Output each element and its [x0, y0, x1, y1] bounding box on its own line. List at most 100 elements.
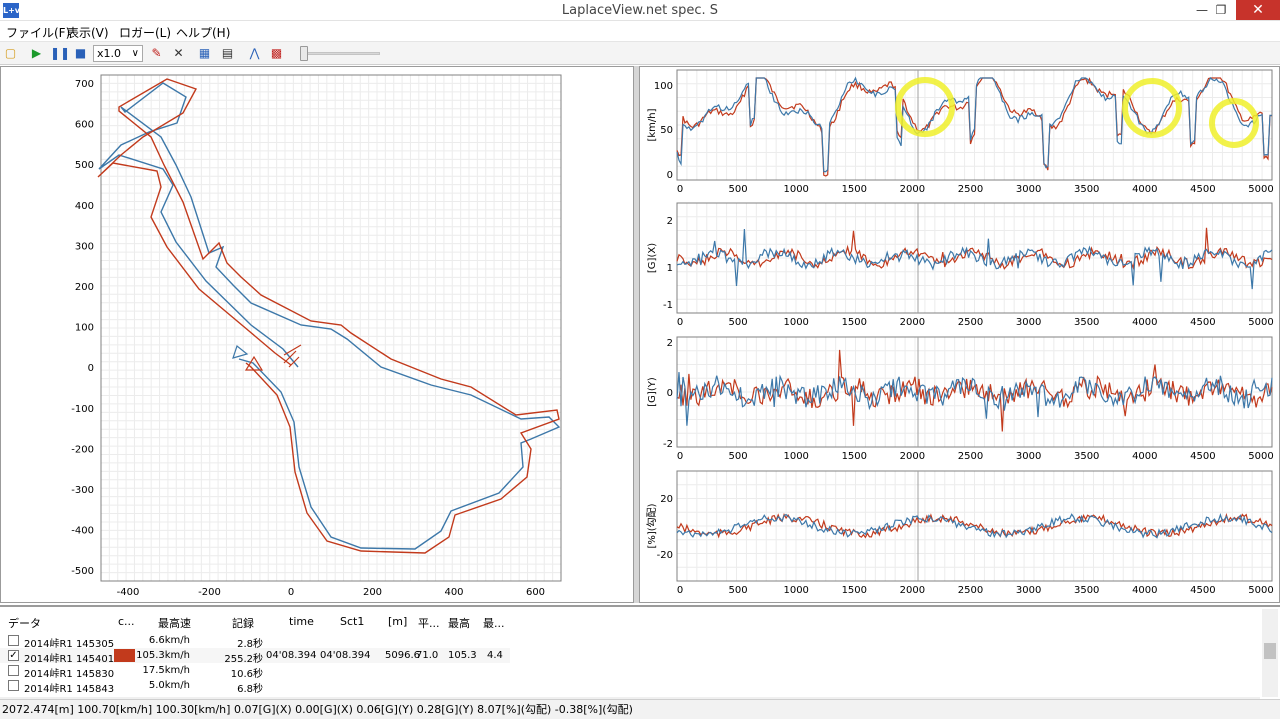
pause-icon[interactable]: ❚❚	[50, 45, 70, 62]
row-top-speed: 17.5km/h	[142, 665, 190, 676]
table-row[interactable]: 2014峠R1 145305 6.6km/h 2.8秒	[0, 633, 510, 650]
header-average[interactable]: 平...	[418, 615, 440, 631]
chart-x-tick-label: 1500	[842, 184, 867, 195]
row-checkbox[interactable]: ✓	[8, 650, 19, 661]
chart-x-tick-label: 4000	[1132, 317, 1157, 328]
chart-x-tick-label: 5000	[1248, 184, 1273, 195]
chart-x-tick-label: 500	[729, 451, 748, 462]
scrollbar-thumb[interactable]	[1264, 643, 1276, 659]
chart-x-tick-label: 2500	[958, 317, 983, 328]
close-button[interactable]: ✕	[1236, 0, 1280, 20]
table-vertical-scrollbar[interactable]	[1262, 609, 1278, 697]
page-icon[interactable]: ▤	[219, 45, 236, 62]
playback-slider-thumb[interactable]	[300, 46, 308, 61]
track-map: -400 -200 0 200 400 600 700 600 500 400 300 200 100…	[71, 74, 562, 598]
map-y-tick-label: 0	[88, 363, 94, 374]
chart-x-tick-label: 0	[677, 184, 683, 195]
map-x-tick-label: 200	[363, 587, 382, 598]
finish-marker	[283, 344, 302, 368]
chart-x-tick-label: 4000	[1132, 451, 1157, 462]
row-distance: 5096.6	[385, 650, 420, 661]
menu-file[interactable]: ファイル(F)	[6, 24, 70, 41]
row-checkbox[interactable]	[8, 635, 19, 646]
folder-open-icon[interactable]: ▢	[2, 45, 19, 62]
chart-x-tick-label: 2000	[900, 317, 925, 328]
map-y-tick-label: -100	[71, 404, 94, 415]
export-icon[interactable]: ▦	[196, 45, 213, 62]
chart-x-tick-label: 0	[677, 585, 683, 596]
speed-select[interactable]: x1.0 ∨	[93, 45, 143, 62]
row-top-speed: 6.6km/h	[148, 635, 190, 646]
header-max[interactable]: 最高	[448, 615, 470, 631]
header-min[interactable]: 最...	[483, 615, 505, 631]
header-top-speed[interactable]: 最高速	[158, 615, 191, 631]
chart-x-tick-label: 1500	[842, 585, 867, 596]
row-max: 105.3	[448, 650, 477, 661]
chart-x-tick-label: 3500	[1074, 184, 1099, 195]
track-map-panel: -400 -200 0 200 400 600 700 600 500 400 300 200 100…	[0, 66, 634, 603]
chart-y-axis-label: [G](Y)	[647, 377, 658, 407]
chart-x-tick-label: 3000	[1016, 451, 1041, 462]
playback-slider-track[interactable]	[300, 52, 380, 55]
chart-x-tick-label: 2500	[958, 184, 983, 195]
chart-x-tick-label: 3000	[1016, 585, 1041, 596]
header-time[interactable]: time	[289, 615, 314, 628]
header-distance[interactable]: [m]	[388, 615, 407, 628]
chart-x-tick-label: 500	[729, 184, 748, 195]
map-x-ticks: -400 -200 0 200 400 600	[117, 587, 545, 598]
chart-x-tick-label: 5000	[1248, 585, 1273, 596]
header-sct1[interactable]: Sct1	[340, 615, 364, 628]
chart-y-tick-label: 0	[667, 388, 673, 399]
delete-icon[interactable]: ✕	[170, 45, 187, 62]
header-data[interactable]: データ	[8, 615, 41, 631]
chart-y-tick-label: 100	[654, 81, 673, 92]
map-x-tick-label: 400	[444, 587, 463, 598]
map-y-tick-label: 100	[75, 323, 94, 334]
map-grid	[100, 74, 562, 582]
table-row[interactable]: 2014峠R1 145843 5.0km/h 6.8秒	[0, 678, 510, 695]
table-row[interactable]: 2014峠R1 145830 17.5km/h 10.6秒	[0, 663, 510, 680]
chart-x-tick-label: 1500	[842, 317, 867, 328]
chart-x-tick-label: 1000	[783, 317, 808, 328]
maximize-button[interactable]: ❐	[1207, 0, 1235, 20]
pdf-icon[interactable]: ▩	[268, 45, 285, 62]
menu-view[interactable]: 表示(V)	[67, 24, 109, 41]
chart-x-tick-label: 1000	[783, 585, 808, 596]
stop-icon[interactable]: ■	[72, 45, 89, 62]
speed-value: x1.0	[97, 47, 122, 60]
chart-icon[interactable]: ⋀	[246, 45, 263, 62]
chart-x-tick-label: 0	[677, 451, 683, 462]
chart-x-tick-label: 2000	[900, 585, 925, 596]
row-average: 71.0	[416, 650, 439, 661]
row-sct1: 04'08.394	[320, 650, 371, 661]
chart-y-tick-label: -2	[663, 439, 673, 450]
header-color[interactable]: c...	[118, 615, 135, 628]
gy-chart: [G](Y) 2 0 -2 0 500 1000 1500 2000 2500 3000 3500 40…	[640, 334, 1279, 468]
table-row[interactable]: ✓ 2014峠R1 145401 105.3km/h 255.2秒 04'08.394 0…	[0, 648, 510, 665]
chart-x-tick-label: 4500	[1190, 317, 1215, 328]
map-x-tick-label: -200	[198, 587, 221, 598]
telemetry-charts-panel: [km/h] 100 50 0 0 500 1000 1500 2000 2500 3000 3500…	[639, 66, 1280, 603]
chart-y-tick-label: 0	[667, 170, 673, 181]
menu-help[interactable]: ヘルプ(H)	[176, 24, 230, 41]
row-color-swatch[interactable]	[114, 649, 135, 662]
chart-x-tick-label: 5000	[1248, 317, 1273, 328]
data-table: データ c... 最高速 記録 time Sct1 [m] 平... 最高 最.…	[0, 605, 1280, 701]
chart-x-tick-label: 500	[729, 585, 748, 596]
chart-x-tick-label: 3500	[1074, 451, 1099, 462]
header-record[interactable]: 記録	[232, 615, 254, 631]
chart-y-tick-label: -1	[663, 300, 673, 311]
row-checkbox[interactable]	[8, 665, 19, 676]
map-y-tick-label: 400	[75, 201, 94, 212]
chart-x-tick-label: 4000	[1132, 585, 1157, 596]
chevron-down-icon: ∨	[131, 48, 139, 59]
map-y-tick-label: -300	[71, 485, 94, 496]
row-record: 6.8秒	[237, 684, 263, 695]
row-checkbox[interactable]	[8, 680, 19, 691]
pen-icon[interactable]: ✎	[148, 45, 165, 62]
map-y-tick-label: -500	[71, 566, 94, 577]
play-icon[interactable]: ▶	[28, 45, 45, 62]
menu-logger[interactable]: ロガー(L)	[119, 24, 171, 41]
chart-x-tick-label: 1500	[842, 451, 867, 462]
chart-x-tick-label: 4500	[1190, 184, 1215, 195]
